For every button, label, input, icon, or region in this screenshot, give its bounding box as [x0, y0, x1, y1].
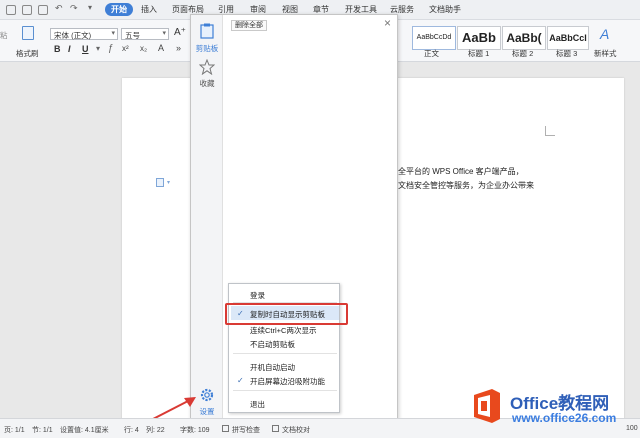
font-grow-button[interactable]: A⁺: [174, 27, 186, 38]
tab-doc-assistant[interactable]: 文档助手: [429, 4, 461, 15]
highlight-annotation-box: [225, 303, 348, 325]
check-icon: ✓: [237, 376, 244, 385]
menu-item-exit[interactable]: 退出: [250, 399, 265, 410]
spell-check-icon: [222, 425, 229, 432]
more-format-icon[interactable]: »: [176, 43, 181, 53]
office-logo-icon: [474, 389, 500, 423]
status-row: 行: 4: [124, 427, 139, 434]
chevron-down-icon: ▾: [167, 180, 171, 186]
sidebar-label-favorites: 收藏: [199, 79, 215, 88]
style-heading1-name: 标题 1: [468, 49, 490, 58]
star-icon: [199, 59, 215, 75]
sidebar-item-favorites[interactable]: 收藏: [191, 59, 223, 93]
menu-item-login[interactable]: 登录: [250, 290, 265, 301]
status-spell-check[interactable]: 拼写检查: [232, 425, 260, 435]
sidebar-item-settings[interactable]: 设置: [191, 385, 223, 419]
new-style-button[interactable]: 新样式: [594, 48, 617, 59]
underline-options-icon[interactable]: ▾: [96, 44, 100, 53]
sidebar-item-clipboard[interactable]: 剪贴板: [191, 19, 223, 57]
style-normal-name: 正文: [424, 49, 439, 58]
menu-divider: [233, 353, 337, 354]
redo-icon[interactable]: ↷: [70, 3, 78, 14]
bold-button[interactable]: B: [54, 44, 61, 54]
document-text-line[interactable]: 文档安全管控等服务，为企业办公带来: [398, 180, 534, 191]
more-icon[interactable]: ▾: [88, 3, 92, 12]
font-name-select[interactable]: 宋体 (正文) ▾: [50, 28, 118, 40]
format-painter-label[interactable]: 格式刷: [16, 48, 39, 59]
status-section: 节: 1/1: [32, 427, 53, 434]
status-proofread[interactable]: 文档校对: [282, 425, 310, 435]
clipboard-sidebar: 剪贴板 收藏 设置: [191, 15, 223, 419]
menu-item-ctrl-c-twice[interactable]: 连续Ctrl+C两次显示: [250, 325, 316, 336]
format-painter-icon[interactable]: [22, 26, 34, 40]
font-color-icon[interactable]: A: [158, 43, 164, 53]
font-size-value: 五号: [125, 31, 140, 40]
underline-button[interactable]: U: [82, 44, 89, 54]
document-icon: [156, 178, 164, 187]
undo-icon[interactable]: ↶: [55, 3, 63, 14]
tab-home[interactable]: 开始: [105, 3, 133, 16]
italic-button[interactable]: I: [68, 44, 71, 54]
menu-divider: [233, 390, 337, 391]
status-position: 设置值: 4.1厘米: [60, 427, 109, 434]
style-heading2-preview[interactable]: AaBb(: [502, 26, 546, 50]
status-page: 页: 1/1: [4, 427, 25, 434]
clear-all-button[interactable]: 删除全部: [231, 20, 267, 31]
style-heading3-preview[interactable]: AaBbCcI: [547, 26, 589, 50]
document-text-line[interactable]: 全平台的 WPS Office 客户端产品，: [398, 166, 524, 177]
menu-item-autostart[interactable]: 开机自动启动: [250, 362, 295, 373]
preview-icon[interactable]: [38, 5, 48, 15]
font-size-select[interactable]: 五号 ▾: [121, 28, 169, 40]
menu-item-no-start[interactable]: 不启动剪贴板: [250, 339, 295, 350]
clipboard-icon: [200, 23, 214, 39]
sidebar-label-settings: 设置: [199, 407, 215, 416]
watermark-url: www.office26.com: [512, 411, 617, 425]
style-normal-preview[interactable]: AaBbCcDd: [412, 26, 456, 50]
sidebar-label-clipboard: 剪贴板: [195, 44, 219, 53]
superscript-icon[interactable]: x²: [122, 44, 129, 53]
style-heading1-preview[interactable]: AaBb: [457, 26, 501, 50]
gear-icon: [200, 388, 214, 402]
new-style-icon[interactable]: A: [600, 26, 609, 42]
menu-item-edge-snap[interactable]: 开启屏幕边沿吸附功能: [250, 376, 325, 387]
style-heading3-name: 标题 3: [556, 49, 578, 58]
margin-corner-mark: [545, 126, 555, 136]
close-icon[interactable]: ×: [384, 16, 391, 30]
chevron-down-icon: ▾: [111, 30, 115, 37]
tab-insert[interactable]: 插入: [141, 4, 157, 15]
paste-label[interactable]: 粘: [0, 30, 8, 41]
print-icon[interactable]: [22, 5, 32, 15]
font-name-value: 宋体 (正文): [54, 31, 92, 40]
status-col: 列: 22: [146, 427, 165, 434]
subscript-icon[interactable]: x₂: [140, 44, 147, 53]
watermark: Office教程网 www.office26.com: [470, 383, 638, 435]
strikethrough-icon[interactable]: ƒ: [108, 43, 114, 54]
proofread-icon: [272, 425, 279, 432]
style-heading2-name: 标题 2: [512, 49, 534, 58]
save-icon[interactable]: [6, 5, 16, 15]
chevron-down-icon: ▾: [162, 30, 166, 37]
status-word-count[interactable]: 字数: 109: [180, 425, 210, 435]
